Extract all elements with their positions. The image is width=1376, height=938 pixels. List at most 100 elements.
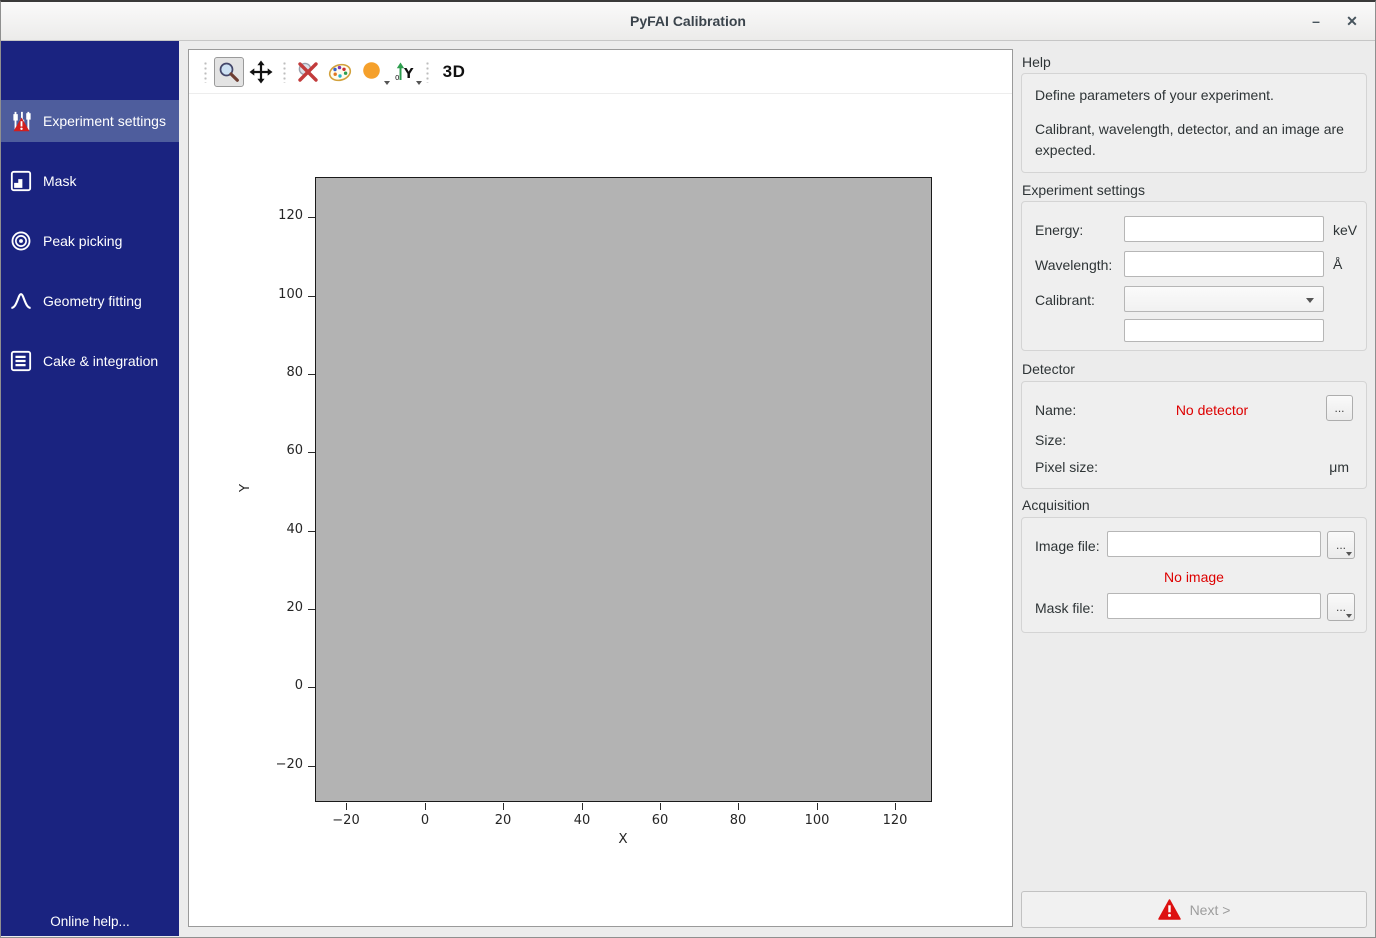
svg-text:Y: Y [403, 67, 414, 82]
x-tick-mark [895, 803, 896, 810]
detector-name-value: No detector [1112, 402, 1312, 418]
x-tick-mark [425, 803, 426, 810]
sidebar-item-geometry-fitting[interactable]: Geometry fitting [1, 280, 179, 322]
y-tick-label: 100 [245, 287, 303, 302]
experiment-settings-box: Energy: keV Wavelength: Å Calibrant: [1021, 201, 1367, 351]
x-tick-label: −20 [316, 813, 376, 828]
x-tick-label: 20 [473, 813, 533, 828]
sidebar-item-label: Mask [43, 173, 76, 189]
marker-style-button[interactable] [357, 57, 387, 87]
online-help-link[interactable]: Online help... [1, 914, 179, 929]
pan-arrows-icon [249, 60, 273, 84]
calibrant-select[interactable] [1124, 286, 1324, 312]
help-paragraph-1: Define parameters of your experiment. [1035, 85, 1353, 105]
y-tick-mark [308, 766, 315, 767]
detector-browse-button[interactable]: ... [1326, 395, 1353, 421]
energy-field[interactable] [1124, 216, 1324, 242]
next-button[interactable]: Next > [1021, 891, 1367, 928]
y-tick-label: 120 [245, 208, 303, 223]
x-tick-label: 60 [630, 813, 690, 828]
sidebar-item-label: Cake & integration [43, 353, 158, 369]
toolbar-separator [282, 61, 287, 83]
clear-zoom-button[interactable] [293, 57, 323, 87]
sidebar-item-mask[interactable]: Mask [1, 160, 179, 202]
plot-widget: 0 Y 3D 120 100 80 [188, 49, 1013, 927]
mask-file-field[interactable] [1107, 593, 1321, 619]
calibrant-extra-field[interactable] [1124, 319, 1324, 342]
help-section-title: Help [1022, 54, 1051, 70]
sidebar-item-label: Experiment settings [43, 113, 166, 129]
toolbar-drag-handle [203, 61, 208, 83]
dropdown-arrow-icon [1346, 614, 1352, 618]
sidebar-item-label: Geometry fitting [43, 293, 142, 309]
wavelength-field[interactable] [1124, 251, 1324, 277]
browse-label: ... [1334, 401, 1344, 415]
detector-section-title: Detector [1022, 361, 1075, 377]
help-paragraph-2: Calibrant, wavelength, detector, and an … [1035, 119, 1353, 160]
dropdown-arrow-icon [416, 81, 422, 85]
image-file-field[interactable] [1107, 531, 1321, 557]
image-file-label: Image file: [1035, 538, 1100, 554]
x-tick-label: 0 [395, 813, 455, 828]
y-tick-label: 20 [245, 600, 303, 615]
detector-size-label: Size: [1035, 432, 1066, 448]
x-tick-mark [738, 803, 739, 810]
sidebar-item-cake-integration[interactable]: Cake & integration [1, 340, 179, 382]
x-tick-label: 100 [787, 813, 847, 828]
browse-label: ... [1336, 600, 1346, 614]
3d-view-button[interactable]: 3D [436, 57, 466, 87]
mask-file-browse-button[interactable]: ... [1327, 593, 1355, 621]
title-bar: PyFAI Calibration – ✕ [1, 2, 1375, 41]
sliders-icon [10, 110, 32, 132]
y-tick-label: 40 [245, 522, 303, 537]
image-file-browse-button[interactable]: ... [1327, 531, 1355, 559]
y-axis-orientation-button[interactable]: 0 Y [389, 57, 419, 87]
y-tick-mark [308, 531, 315, 532]
y-tick-mark [308, 374, 315, 375]
sidebar-item-label: Peak picking [43, 233, 122, 249]
magnifier-icon [217, 60, 241, 84]
sidebar-item-experiment-settings[interactable]: Experiment settings [1, 100, 179, 142]
x-tick-label: 80 [708, 813, 768, 828]
minimize-button[interactable]: – [1303, 8, 1329, 34]
y-tick-label: 60 [245, 443, 303, 458]
sidebar: Experiment settings Mask Peak picking [1, 41, 179, 936]
image-status-text: No image [1022, 569, 1366, 585]
orange-circle-icon [360, 60, 384, 84]
energy-unit: keV [1333, 222, 1357, 238]
plot-image-placeholder[interactable] [315, 177, 932, 802]
acquisition-section-title: Acquisition [1022, 497, 1090, 513]
x-tick-mark [346, 803, 347, 810]
detector-name-label: Name: [1035, 402, 1076, 418]
warning-icon [13, 117, 30, 135]
wavelength-unit: Å [1333, 256, 1342, 272]
y-tick-label: 80 [245, 365, 303, 380]
x-axis-label: X [593, 831, 653, 847]
zoom-button[interactable] [214, 57, 244, 87]
svg-text:0: 0 [395, 74, 399, 82]
clear-zoom-icon [296, 60, 320, 84]
next-button-label: Next > [1190, 902, 1231, 918]
energy-label: Energy: [1035, 222, 1083, 238]
mask-icon [10, 170, 32, 192]
x-tick-mark [582, 803, 583, 810]
y-tick-mark [308, 687, 315, 688]
colormap-palette-button[interactable] [325, 57, 355, 87]
y-tick-mark [308, 609, 315, 610]
integration-list-icon [10, 350, 32, 372]
dropdown-arrow-icon [1346, 552, 1352, 556]
acquisition-box: Image file: ... No image Mask file: ... [1021, 517, 1367, 633]
y-tick-label: 0 [245, 678, 303, 693]
warning-icon [1158, 899, 1181, 920]
sidebar-item-peak-picking[interactable]: Peak picking [1, 220, 179, 262]
y-tick-label: −20 [245, 757, 303, 772]
mask-file-label: Mask file: [1035, 600, 1094, 616]
detector-box: Name: No detector ... Size: Pixel size: … [1021, 381, 1367, 489]
wavelength-label: Wavelength: [1035, 257, 1112, 273]
y-tick-mark [308, 452, 315, 453]
pan-button[interactable] [246, 57, 276, 87]
plot-toolbar: 0 Y 3D [189, 50, 1012, 94]
y-tick-mark [308, 217, 315, 218]
pixel-size-unit: μm [1329, 459, 1349, 475]
close-button[interactable]: ✕ [1339, 8, 1365, 34]
